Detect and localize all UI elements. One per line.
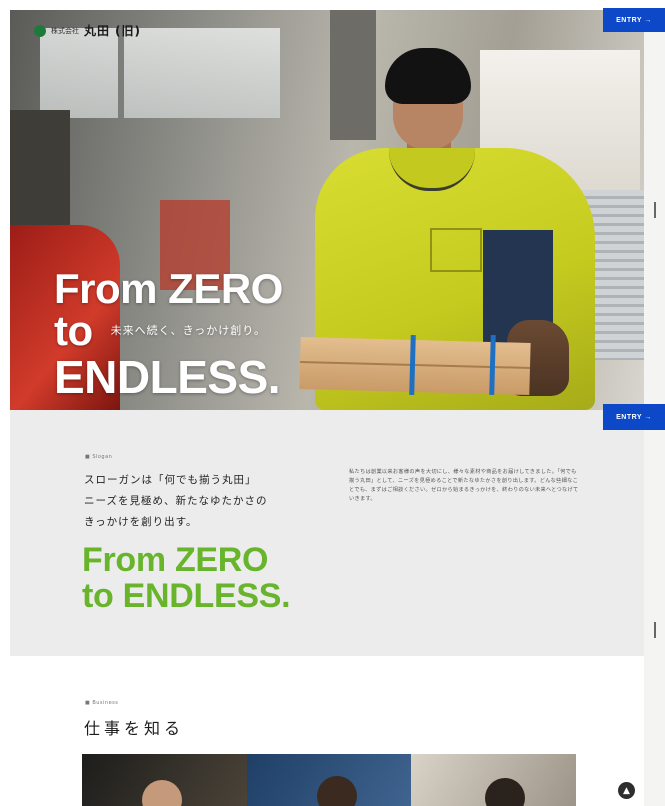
worker-hair: [385, 48, 471, 104]
entry-button[interactable]: ENTRY →: [603, 8, 665, 32]
hero-line-2: to 未来へ続く、きっかけ創り。: [54, 310, 283, 352]
background-window: [40, 28, 280, 118]
side-marker: [654, 622, 656, 638]
work-photo[interactable]: [82, 754, 247, 806]
worker-pocket: [430, 228, 482, 272]
hero-to-word: to: [54, 307, 93, 354]
logo-suffix: (旧): [115, 24, 141, 38]
slogan-headline-line-2: to ENDLESS.: [82, 577, 291, 615]
work-title: 仕事を知る: [84, 719, 185, 738]
person-hair: [316, 776, 357, 806]
slogan-lead-line: きっかけを創り出す。: [84, 516, 198, 528]
company-logo[interactable]: 株式会社 丸田 (旧): [34, 22, 141, 39]
person-face: [142, 780, 182, 806]
slogan-headline-line-1: From ZERO: [82, 541, 269, 579]
logo-mark-icon: [34, 24, 46, 37]
hero-line-3: ENDLESS.: [54, 351, 281, 403]
work-eyebrow: ■ Business: [85, 700, 119, 706]
slogan-lead: スローガンは「何でも揃う丸田」 ニーズを見極め、新たなゆたかさの きっかけを創り…: [84, 470, 324, 533]
hero-headline: From ZERO to 未来へ続く、きっかけ創り。 ENDLESS.: [54, 265, 283, 403]
side-marker: [654, 202, 656, 218]
slogan-lead-line: ニーズを見極め、新たなゆたかさの: [84, 495, 268, 507]
logo-name: 丸田: [84, 24, 111, 38]
scroll-top-button[interactable]: ▲: [618, 782, 635, 799]
slogan-body-text: 私たちは創業以来お客様の声を大切にし、様々な素材や商品をお届けしてきました。「何…: [349, 469, 579, 502]
work-section: ■ Business 仕事を知る: [10, 656, 644, 806]
hero-line-1: From ZERO: [54, 265, 283, 312]
hero-tagline: 未来へ続く、きっかけ創り。: [110, 324, 266, 337]
work-photo[interactable]: [411, 754, 577, 806]
chevron-up-icon: ▲: [623, 785, 630, 796]
logo-prefix: 株式会社: [51, 26, 79, 35]
slogan-section: ■ Slogan スローガンは「何でも揃う丸田」 ニーズを見極め、新たなゆたかさ…: [10, 410, 644, 656]
work-photo-strip[interactable]: [82, 754, 577, 806]
person-hair: [485, 778, 526, 806]
hero-section: 株式会社 丸田 (旧) From ZERO to 未来へ続く、きっかけ創り。 E…: [10, 10, 644, 410]
slogan-lead-line: スローガンは「何でも揃う丸田」: [84, 474, 257, 486]
work-photo[interactable]: [246, 754, 412, 806]
slogan-eyebrow: ■ Slogan: [85, 454, 113, 460]
entry-button-sticky[interactable]: ENTRY →: [603, 404, 665, 430]
